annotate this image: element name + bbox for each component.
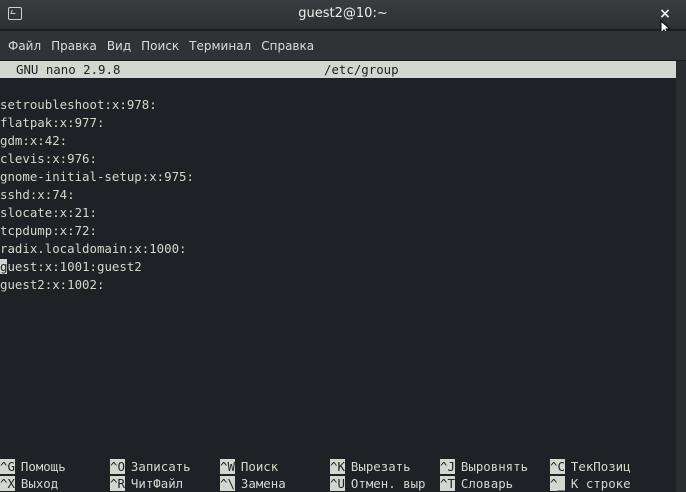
menu-terminal[interactable]: Терминал <box>184 31 256 61</box>
menu-view[interactable]: Вид <box>102 31 136 61</box>
shortcut-label: Замена <box>240 476 286 491</box>
shortcut-item[interactable]: ^U Отмен. выр <box>330 475 426 492</box>
shortcut-item[interactable]: ^G Помощь <box>0 458 66 475</box>
menu-bar: Файл Правка Вид Поиск Терминал Справка <box>0 31 686 61</box>
file-line[interactable]: guest2:x:1002: <box>0 276 676 294</box>
shortcut-key: ^_ <box>550 476 565 491</box>
file-line[interactable]: sshd:x:74: <box>0 186 676 204</box>
scrollbar[interactable] <box>676 61 686 492</box>
shortcut-key: ^T <box>440 476 455 491</box>
shortcut-item[interactable]: ^K Вырезать <box>330 458 411 475</box>
shortcut-key: ^U <box>330 476 345 491</box>
terminal-area[interactable]: GNU nano 2.9.8 /etc/group setroubleshoot… <box>0 61 676 492</box>
menu-file[interactable]: Файл <box>3 31 46 61</box>
shortcut-key: ^R <box>110 476 125 491</box>
nano-shortcut-bar: ^G Помощь ^O Записать ^W Поиск ^K Вырезать ^J Выр… <box>0 458 676 492</box>
shortcut-item[interactable]: ^\ Замена <box>220 475 286 492</box>
shortcut-label: К строке <box>570 476 631 491</box>
window-title: guest2@10:~ <box>298 6 388 21</box>
file-line[interactable]: gnome-initial-setup:x:975: <box>0 168 676 186</box>
nano-filename: /etc/group <box>324 62 399 77</box>
nano-version: GNU nano 2.9.8 <box>16 62 121 77</box>
menu-help[interactable]: Справка <box>256 31 319 61</box>
shortcut-key: ^X <box>0 476 15 491</box>
file-line[interactable]: radix.localdomain:x:1000: <box>0 240 676 258</box>
shortcut-item[interactable]: ^C ТекПозиц <box>550 458 631 475</box>
shortcut-label: Отмен. выр <box>350 476 426 491</box>
shortcut-label: Словарь <box>460 476 514 491</box>
shortcut-key: ^G <box>0 459 15 474</box>
shortcut-item[interactable]: ^R ЧитФайл <box>110 475 183 492</box>
shortcut-key: ^K <box>330 459 345 474</box>
shortcut-label: Помощь <box>20 459 66 474</box>
file-line[interactable]: tcpdump:x:72: <box>0 222 676 240</box>
shortcut-key: ^\ <box>220 476 235 491</box>
nano-header-bar: GNU nano 2.9.8 /etc/group <box>0 61 676 78</box>
shortcut-item[interactable]: ^X Выход <box>0 475 58 492</box>
shortcut-label: ЧитФайл <box>130 476 184 491</box>
shortcut-label: Выровнять <box>460 459 529 474</box>
file-line[interactable]: guest:x:1001:guest2 <box>0 258 676 276</box>
file-line[interactable]: flatpak:x:977: <box>0 114 676 132</box>
file-line[interactable]: setroubleshoot:x:978: <box>0 96 676 114</box>
shortcut-label: Вырезать <box>350 459 411 474</box>
shortcut-key: ^J <box>440 459 455 474</box>
shortcut-key: ^W <box>220 459 235 474</box>
shortcut-key: ^O <box>110 459 125 474</box>
shortcut-key: ^C <box>550 459 565 474</box>
shortcut-item[interactable]: ^T Словарь <box>440 475 513 492</box>
shortcut-item[interactable]: ^_ К строке <box>550 475 631 492</box>
title-bar[interactable]: guest2@10:~ × <box>0 0 686 36</box>
file-line[interactable]: slocate:x:21: <box>0 204 676 222</box>
file-line-text: uest:x:1001:guest2 <box>7 259 142 274</box>
file-content[interactable]: setroubleshoot:x:978: flatpak:x:977: gdm:x… <box>0 96 676 294</box>
shortcut-label: Поиск <box>240 459 279 474</box>
menu-edit[interactable]: Правка <box>46 31 102 61</box>
terminal-window: guest2@10:~ × Файл Правка Вид Поиск Терм… <box>0 0 686 492</box>
shortcut-item[interactable]: ^W Поиск <box>220 458 278 475</box>
shortcut-label: ТекПозиц <box>570 459 631 474</box>
shortcut-item[interactable]: ^O Записать <box>110 458 191 475</box>
menu-search[interactable]: Поиск <box>136 31 184 61</box>
file-line[interactable]: clevis:x:976: <box>0 150 676 168</box>
file-line[interactable]: gdm:x:42: <box>0 132 676 150</box>
shortcut-label: Выход <box>20 476 59 491</box>
shortcut-label: Записать <box>130 459 191 474</box>
shortcut-item[interactable]: ^J Выровнять <box>440 458 528 475</box>
